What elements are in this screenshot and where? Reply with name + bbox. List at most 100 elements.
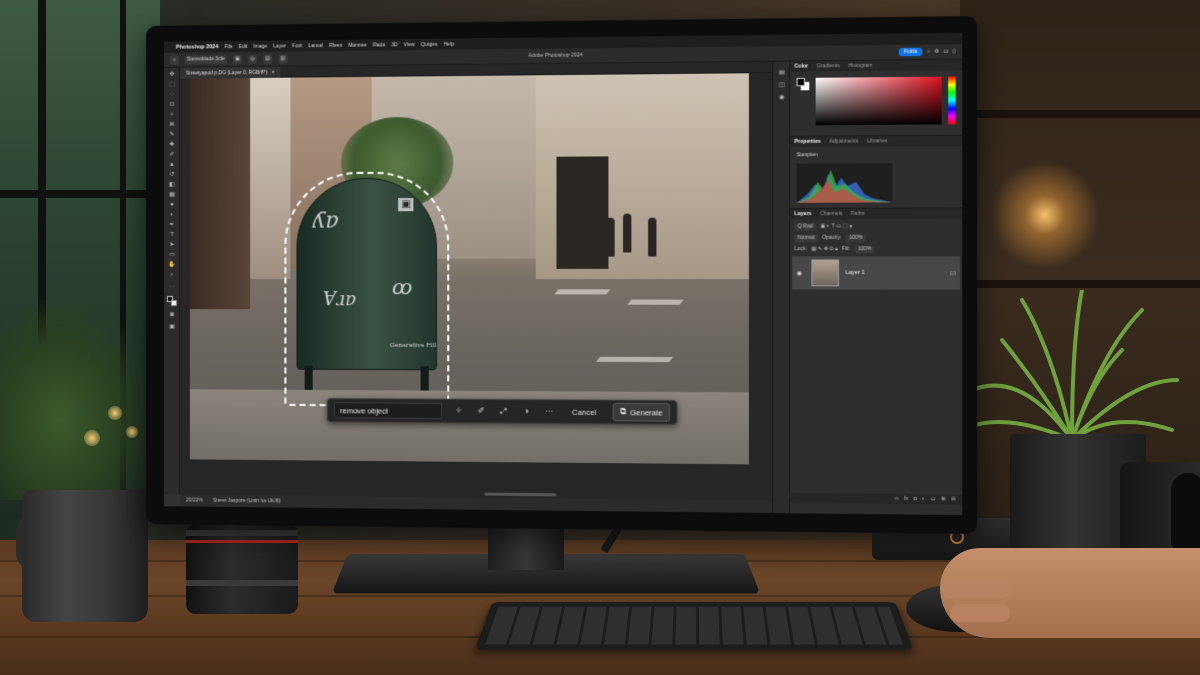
- menu-font[interactable]: Font: [292, 43, 302, 49]
- adjustment-layer-icon[interactable]: ◐: [922, 496, 925, 502]
- properties-panel-icon[interactable]: ◫: [776, 82, 787, 89]
- menu-extras[interactable]: Qutges: [421, 41, 438, 47]
- mode-icon[interactable]: ▣: [233, 54, 242, 63]
- arrange-icon[interactable]: ▭: [943, 48, 948, 54]
- workspace-icon[interactable]: ⚙: [934, 49, 939, 55]
- history-panel-icon[interactable]: ▤: [776, 70, 787, 77]
- blur-icon[interactable]: ●: [167, 202, 177, 209]
- group-icon[interactable]: ▭: [931, 496, 936, 502]
- canvas-area[interactable]: ʎɐ ▣ Ɐɹɐ ꝏ Generative Fill remove object…: [180, 73, 772, 501]
- menu-help[interactable]: Help: [444, 41, 455, 47]
- sample-icon[interactable]: ◎: [248, 54, 257, 63]
- fill-field[interactable]: 100%: [855, 245, 875, 252]
- settings-icon[interactable]: ▥: [278, 54, 287, 63]
- layer-row[interactable]: ◉ Layer 1 ⊡: [792, 256, 960, 289]
- eyedropper-icon[interactable]: ✎: [167, 132, 177, 139]
- move-icon[interactable]: ✥: [167, 72, 177, 79]
- contextual-task-bar: remove object ✧ ✐ ⤢ ◑ ··· Cancel ⧉ Gener…: [327, 398, 678, 425]
- color-swatches[interactable]: [167, 296, 177, 306]
- pedestrian: [623, 214, 631, 253]
- menu-file[interactable]: File: [224, 44, 232, 50]
- stamp-icon[interactable]: ▲: [167, 162, 177, 169]
- zoom-icon[interactable]: ⌕: [167, 272, 177, 279]
- hue-slider[interactable]: [948, 76, 956, 124]
- menu-view[interactable]: View: [404, 41, 415, 47]
- color-picker-field[interactable]: [816, 77, 942, 126]
- invert-icon[interactable]: ◑: [520, 405, 532, 417]
- pen-icon[interactable]: ✒: [167, 222, 177, 229]
- gradient-icon[interactable]: ▦: [167, 192, 177, 199]
- tab-paths[interactable]: Paths: [851, 211, 865, 217]
- menu-edit[interactable]: Edit: [239, 43, 248, 49]
- lasso-icon[interactable]: ◌: [167, 92, 177, 99]
- fx-icon[interactable]: fx: [904, 496, 908, 502]
- frame-icon[interactable]: ⊠: [167, 122, 177, 129]
- filter-icons[interactable]: ▣ ◐ T ▭ ⬚ ●: [820, 223, 852, 229]
- layer-kind-filter[interactable]: Q Rad: [794, 223, 816, 230]
- menu-3d[interactable]: 3D: [391, 42, 398, 48]
- tab-histogram[interactable]: Histogram: [848, 63, 872, 69]
- healing-icon[interactable]: ✚: [167, 142, 177, 149]
- mask-icon[interactable]: ◘: [914, 496, 917, 502]
- prompt-input[interactable]: remove object: [334, 402, 442, 419]
- tab-gradients[interactable]: Gradients: [817, 63, 840, 69]
- lock-row: Lock: ▦ ✎ ✥ ⧉ 🔒︎ Fill: 100%: [794, 245, 874, 253]
- menu-filter[interactable]: Rlees: [329, 42, 342, 48]
- properties-panel: Properties Adjustments Libraries Stenple…: [790, 135, 962, 208]
- cancel-button[interactable]: Cancel: [566, 404, 603, 420]
- tab-color[interactable]: Color: [794, 63, 808, 69]
- expand-icon[interactable]: ⤢: [498, 405, 510, 417]
- marquee-icon[interactable]: ⬚: [167, 82, 177, 89]
- search-icon[interactable]: ⌕: [927, 49, 930, 55]
- close-tab-icon[interactable]: ×: [271, 69, 274, 75]
- generate-button[interactable]: ⧉ Generate: [613, 403, 670, 422]
- tab-adjustments[interactable]: Adjustments: [829, 138, 858, 144]
- delete-layer-icon[interactable]: ⊟: [951, 496, 956, 502]
- horizontal-scrollbar[interactable]: [484, 493, 556, 497]
- options-icon[interactable]: ▤: [263, 54, 272, 63]
- panel-toggle-icon[interactable]: ▯: [953, 48, 956, 54]
- dodge-icon[interactable]: ◐: [167, 212, 177, 219]
- lock-icons[interactable]: ▦ ✎ ✥ ⧉ 🔒︎: [811, 246, 837, 252]
- magic-wand-icon[interactable]: ✧: [452, 405, 464, 417]
- menu-image[interactable]: Image: [253, 43, 267, 49]
- link-layers-icon[interactable]: ∞: [895, 496, 899, 502]
- glyphs-panel-icon[interactable]: ◉: [776, 95, 787, 102]
- foreground-swatch[interactable]: [797, 78, 805, 86]
- brush-icon[interactable]: ✐: [167, 152, 177, 159]
- tab-layers[interactable]: Layers: [794, 211, 811, 217]
- screen-mode-icon[interactable]: ▣: [167, 324, 177, 331]
- share-button[interactable]: Fuhls: [899, 48, 923, 57]
- crop-icon[interactable]: ⌗: [167, 112, 177, 119]
- history-brush-icon[interactable]: ↺: [167, 172, 177, 179]
- more-options-icon[interactable]: ···: [543, 405, 555, 417]
- home-icon[interactable]: ⌂: [170, 55, 179, 64]
- hand-icon[interactable]: ✋: [167, 262, 177, 269]
- menu-window[interactable]: Mannee: [348, 42, 366, 48]
- shape-icon[interactable]: ▭: [167, 252, 177, 259]
- tab-libraries[interactable]: Libraries: [867, 138, 887, 144]
- blend-mode-select[interactable]: Normal: [794, 234, 817, 241]
- brush-icon[interactable]: ✐: [475, 405, 487, 417]
- tab-properties[interactable]: Properties: [794, 139, 820, 145]
- bokeh-light: [108, 406, 122, 420]
- zoom-level[interactable]: 20/22%: [186, 497, 203, 503]
- object-select-icon[interactable]: ⊡: [167, 102, 177, 109]
- layers-panel: Layers Channels Paths Q Rad ▣ ◐ T ▭ ⬚ ● …: [790, 207, 962, 504]
- tool-preset-dropdown[interactable]: Stereoblade 3cfe: [185, 55, 227, 64]
- type-icon[interactable]: T: [167, 232, 177, 239]
- eraser-icon[interactable]: ◧: [167, 182, 177, 189]
- options-right: Fuhls ⌕ ⚙ ▭ ▯: [899, 47, 956, 56]
- opacity-field[interactable]: 100%: [846, 234, 866, 241]
- more-tools-icon[interactable]: ···: [167, 284, 177, 291]
- background-color[interactable]: [171, 300, 177, 306]
- visibility-eye-icon[interactable]: ◉: [797, 269, 805, 276]
- quick-mask-icon[interactable]: ◙: [167, 312, 177, 319]
- app-menu[interactable]: Photoshop 2024: [176, 44, 219, 50]
- tab-channels[interactable]: Channels: [820, 211, 842, 217]
- path-select-icon[interactable]: ➤: [167, 242, 177, 249]
- menu-plugins[interactable]: Rada: [373, 42, 385, 48]
- new-layer-icon[interactable]: ⊞: [941, 496, 946, 502]
- menu-select[interactable]: Lancel: [308, 43, 323, 49]
- menu-layer[interactable]: Layer: [273, 43, 286, 49]
